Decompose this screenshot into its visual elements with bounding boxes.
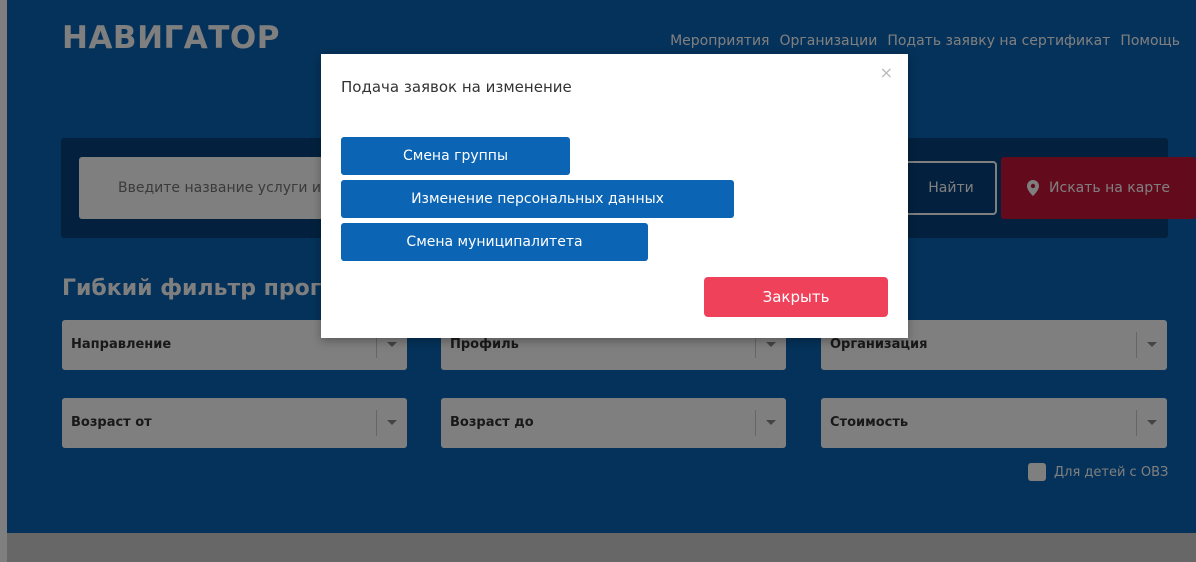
modal-title: Подача заявок на изменение: [341, 78, 572, 96]
change-group-button[interactable]: Смена группы: [341, 137, 570, 175]
change-municipality-button[interactable]: Смена муниципалитета: [341, 223, 648, 261]
change-personal-data-button[interactable]: Изменение персональных данных: [341, 180, 734, 218]
close-button[interactable]: Закрыть: [704, 277, 888, 317]
close-icon[interactable]: ×: [880, 65, 893, 81]
change-request-modal: Подача заявок на изменение × Смена групп…: [321, 54, 908, 338]
